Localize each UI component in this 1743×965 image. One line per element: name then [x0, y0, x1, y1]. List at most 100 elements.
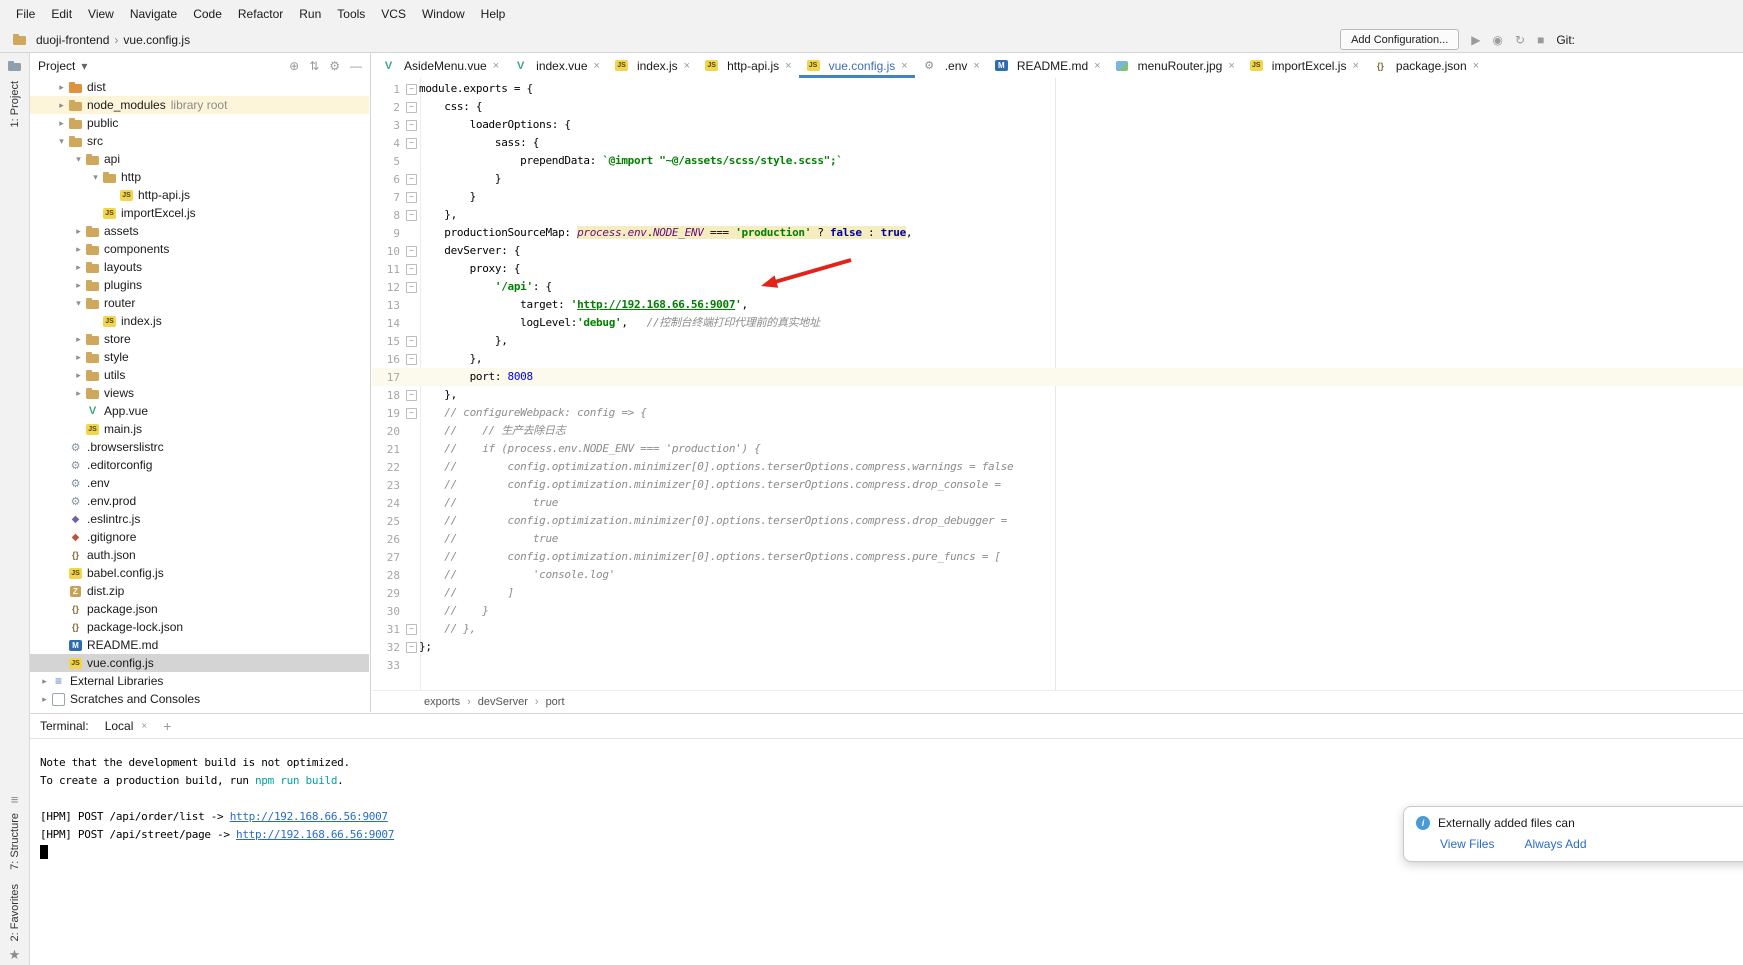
menu-refactor[interactable]: Refactor [230, 3, 291, 25]
update-project-icon[interactable] [1515, 34, 1525, 46]
fold-marker[interactable] [404, 102, 419, 113]
tree-item-package-json[interactable]: package.json [30, 600, 369, 618]
code-line[interactable]: 31 // }, [372, 620, 1743, 638]
code-line[interactable]: 1module.exports = { [372, 80, 1743, 98]
editor-tab-vue-config-js[interactable]: vue.config.js [799, 53, 915, 78]
stripe-favorites-button[interactable]: 2: Favorites [9, 884, 21, 941]
code-line[interactable]: 17 port: 8008 [372, 368, 1743, 386]
breadcrumb-file[interactable]: vue.config.js [123, 33, 190, 47]
tree-item-views[interactable]: views [30, 384, 369, 402]
add-configuration-button[interactable]: Add Configuration... [1340, 29, 1459, 50]
tree-item-env-prod[interactable]: .env.prod [30, 492, 369, 510]
code-line[interactable]: 9 productionSourceMap: process.env.NODE_… [372, 224, 1743, 242]
collapse-all-icon[interactable] [309, 60, 319, 72]
code-line[interactable]: 15 }, [372, 332, 1743, 350]
tree-item-http[interactable]: http [30, 168, 369, 186]
code-area[interactable]: 1module.exports = {2 css: {3 loaderOptio… [372, 78, 1743, 690]
code-line[interactable]: 28 // 'console.log' [372, 566, 1743, 584]
editor-tab-menurouter-jpg[interactable]: menuRouter.jpg [1108, 53, 1242, 78]
run-icon[interactable] [1471, 34, 1480, 46]
tree-item-eslintrc-js[interactable]: .eslintrc.js [30, 510, 369, 528]
menu-window[interactable]: Window [414, 3, 473, 25]
tree-item-http-api-js[interactable]: http-api.js [30, 186, 369, 204]
code-line[interactable]: 13 target: 'http://192.168.66.56:9007', [372, 296, 1743, 314]
code-line[interactable]: 6 } [372, 170, 1743, 188]
menu-navigate[interactable]: Navigate [122, 3, 185, 25]
fold-marker[interactable] [404, 138, 419, 149]
fold-marker[interactable] [404, 354, 419, 365]
fold-marker[interactable] [404, 390, 419, 401]
git-label[interactable]: Git: [1556, 33, 1575, 47]
editor-tab-index-vue[interactable]: index.vue [506, 53, 607, 78]
menu-code[interactable]: Code [185, 3, 230, 25]
tree-item-utils[interactable]: utils [30, 366, 369, 384]
fold-marker[interactable] [404, 408, 419, 419]
tree-item-vue-config-js[interactable]: vue.config.js [30, 654, 369, 672]
code-line[interactable]: 7 } [372, 188, 1743, 206]
code-url-link[interactable]: http://192.168.66.56:9007 [577, 298, 735, 311]
code-line[interactable]: 16 }, [372, 350, 1743, 368]
code-line[interactable]: 5 prependData: `@import "~@/assets/scss/… [372, 152, 1743, 170]
tree-item-plugins[interactable]: plugins [30, 276, 369, 294]
terminal-link[interactable]: http://192.168.66.56:9007 [236, 828, 394, 841]
tree-item-env[interactable]: .env [30, 474, 369, 492]
editor-tab-asidemenu-vue[interactable]: AsideMenu.vue [374, 53, 506, 78]
editor-tab-http-api-js[interactable]: http-api.js [697, 53, 798, 78]
tab-close-icon[interactable] [1094, 60, 1100, 72]
project-view-dropdown-icon[interactable] [81, 60, 87, 72]
code-line[interactable]: 3 loaderOptions: { [372, 116, 1743, 134]
editor-tab-env[interactable]: .env [915, 53, 987, 78]
project-panel-title[interactable]: Project [38, 59, 75, 73]
tab-close-icon[interactable] [684, 60, 690, 72]
fold-marker[interactable] [404, 282, 419, 293]
terminal-tab-close-icon[interactable] [141, 721, 147, 732]
code-line[interactable]: 26 // true [372, 530, 1743, 548]
menu-file[interactable]: File [8, 3, 43, 25]
project-tool-icon[interactable] [7, 59, 22, 72]
stop-icon[interactable] [1537, 34, 1544, 46]
stripe-project-button[interactable]: 1: Project [9, 81, 21, 127]
menu-edit[interactable]: Edit [43, 3, 80, 25]
editor-tab-importexcel-js[interactable]: importExcel.js [1242, 53, 1366, 78]
code-line[interactable]: 30 // } [372, 602, 1743, 620]
tree-item-components[interactable]: components [30, 240, 369, 258]
code-line[interactable]: 24 // true [372, 494, 1743, 512]
tree-item-api[interactable]: api [30, 150, 369, 168]
menu-vcs[interactable]: VCS [373, 3, 414, 25]
tree-item-router[interactable]: router [30, 294, 369, 312]
fold-marker[interactable] [404, 120, 419, 131]
tab-close-icon[interactable] [1473, 60, 1479, 72]
code-line[interactable]: 25 // config.optimization.minimizer[0].o… [372, 512, 1743, 530]
tree-item-browserslistrc[interactable]: .browserslistrc [30, 438, 369, 456]
editor-tab-index-js[interactable]: index.js [607, 53, 697, 78]
fold-marker[interactable] [404, 246, 419, 257]
editor-breadcrumb-devserver[interactable]: devServer [478, 696, 528, 708]
tree-item-assets[interactable]: assets [30, 222, 369, 240]
fold-marker[interactable] [404, 264, 419, 275]
code-line[interactable]: 19 // configureWebpack: config => { [372, 404, 1743, 422]
code-line[interactable]: 11 proxy: { [372, 260, 1743, 278]
code-line[interactable]: 20 // // 生产去除日志 [372, 422, 1743, 440]
tree-item-babel-config-js[interactable]: babel.config.js [30, 564, 369, 582]
code-line[interactable]: 22 // config.optimization.minimizer[0].o… [372, 458, 1743, 476]
code-line[interactable]: 12 '/api': { [372, 278, 1743, 296]
tree-item-readme-md[interactable]: README.md [30, 636, 369, 654]
tree-item-dist-zip[interactable]: dist.zip [30, 582, 369, 600]
code-line[interactable]: 8 }, [372, 206, 1743, 224]
menu-help[interactable]: Help [473, 3, 514, 25]
code-line[interactable]: 32}; [372, 638, 1743, 656]
breadcrumb-project[interactable]: duoji-frontend [36, 33, 109, 47]
tab-close-icon[interactable] [594, 60, 600, 72]
menu-run[interactable]: Run [291, 3, 329, 25]
tree-item-external-libraries[interactable]: External Libraries [30, 672, 369, 690]
editor-tab-readme-md[interactable]: README.md [987, 53, 1108, 78]
tab-close-icon[interactable] [973, 60, 979, 72]
menu-view[interactable]: View [80, 3, 122, 25]
debug-icon[interactable] [1493, 34, 1503, 46]
tab-close-icon[interactable] [493, 60, 499, 72]
terminal-label[interactable]: Terminal: [40, 719, 89, 733]
code-line[interactable]: 4 sass: { [372, 134, 1743, 152]
tree-item-main-js[interactable]: main.js [30, 420, 369, 438]
always-add-link[interactable]: Always Add [1524, 837, 1586, 851]
menu-tools[interactable]: Tools [329, 3, 373, 25]
